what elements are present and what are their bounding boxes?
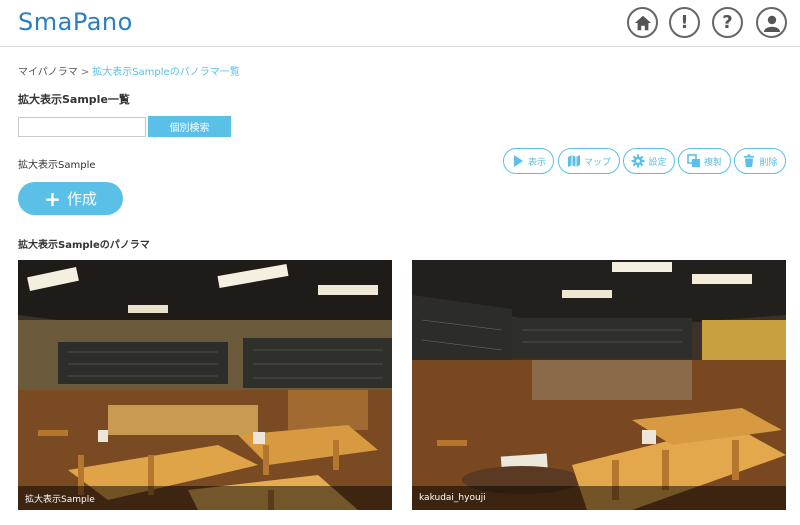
help-icon[interactable]: ? — [712, 7, 743, 38]
view-button[interactable]: 表示 — [503, 148, 554, 174]
map-label: マップ — [583, 157, 611, 168]
panorama-caption: kakudai_hyouji — [412, 486, 786, 510]
group-title: 拡大表示Sample — [18, 160, 96, 171]
panorama-thumbnail — [412, 260, 786, 510]
copy-button[interactable]: 複製 — [678, 148, 731, 174]
create-label: 作成 — [66, 190, 97, 208]
search-button[interactable]: 個別検索 — [148, 116, 231, 137]
exclamation-icon: ! — [680, 11, 689, 33]
delete-button[interactable]: 削除 — [734, 148, 786, 174]
copy-icon — [687, 154, 700, 167]
home-icon[interactable] — [627, 7, 658, 38]
app-logo[interactable]: SmaPano — [18, 8, 133, 36]
create-button[interactable]: + 作成 — [18, 182, 123, 215]
breadcrumb: マイパノラマ > 拡大表示Sampleのパノラマ一覧 — [18, 63, 240, 78]
play-icon — [513, 155, 523, 167]
header-bar: SmaPano ! ? — [0, 0, 800, 47]
breadcrumb-separator: > — [80, 67, 90, 78]
question-icon: ? — [722, 11, 733, 33]
breadcrumb-current[interactable]: 拡大表示Sampleのパノラマ一覧 — [92, 67, 240, 78]
view-label: 表示 — [527, 157, 546, 168]
settings-button[interactable]: 設定 — [623, 148, 675, 174]
panorama-thumbnail — [18, 260, 392, 510]
map-button[interactable]: マップ — [558, 148, 620, 174]
plus-icon: + — [44, 186, 61, 211]
panorama-card[interactable]: 拡大表示Sample — [18, 260, 392, 510]
panorama-section-title: 拡大表示Sampleのパノラマ — [18, 240, 150, 251]
delete-label: 削除 — [759, 157, 778, 168]
breadcrumb-root[interactable]: マイパノラマ — [18, 67, 78, 78]
settings-label: 設定 — [648, 157, 667, 168]
trash-icon — [744, 154, 755, 167]
notice-icon[interactable]: ! — [669, 7, 700, 38]
user-icon[interactable] — [756, 7, 787, 38]
copy-label: 複製 — [703, 157, 722, 168]
search-input[interactable] — [18, 117, 146, 137]
list-title: 拡大表示Sample一覧 — [18, 93, 130, 106]
map-icon — [567, 155, 580, 167]
panorama-caption: 拡大表示Sample — [18, 486, 392, 510]
gear-icon — [631, 154, 645, 168]
panorama-card[interactable]: kakudai_hyouji — [412, 260, 786, 510]
